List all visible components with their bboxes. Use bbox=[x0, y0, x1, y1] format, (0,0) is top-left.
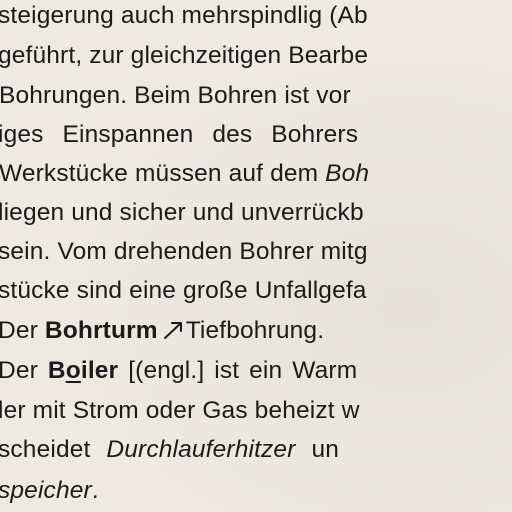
line-5-text: Werkstücke müssen auf dem bbox=[0, 160, 326, 187]
text-line-5: Werkstücke müssen auf dem Boh bbox=[0, 160, 512, 192]
text-line-12: scheidet Durchlauferhitzer un bbox=[0, 436, 512, 468]
text-line-13: speicher. bbox=[0, 477, 512, 509]
cross-reference-arrow-icon bbox=[163, 322, 182, 339]
text-line-10: Der Boiler [(engl.] ist ein Warm bbox=[0, 357, 512, 389]
term-durchlauferhitzer: Durchlauferhitzer bbox=[106, 436, 296, 463]
headword-bohrturm: Bohrturm bbox=[44, 317, 158, 344]
cross-reference-target: Tiefbohrung. bbox=[185, 317, 325, 344]
text-line-11: ler mit Strom oder Gas beheizt w bbox=[0, 397, 512, 429]
headword-boiler-part2: iler bbox=[80, 357, 119, 384]
text-line-3: Bohrungen. Beim Bohren ist vor bbox=[0, 82, 512, 114]
line-7-text: sein. Vom drehenden Bohrer mitg bbox=[0, 238, 368, 265]
headword-boiler: Boiler bbox=[48, 357, 118, 384]
line-5-italic-term: Boh bbox=[325, 160, 370, 187]
text-line-2: geführt, zur gleichzeitigen Bearbe bbox=[0, 42, 512, 74]
text-line-1: steigerung auch mehrspindlig (Ab bbox=[0, 2, 512, 34]
line-10-definition: [(engl.] ist ein Warm bbox=[118, 357, 358, 384]
headword-boiler-part1: B bbox=[47, 357, 66, 384]
line-12-prefix: scheidet bbox=[0, 436, 107, 463]
line-6-text: liegen und sicher und unverrückb bbox=[0, 199, 364, 226]
line-12-suffix: un bbox=[295, 436, 340, 463]
headword-boiler-stressed-vowel: o bbox=[65, 357, 81, 384]
line-9-prefix: Der bbox=[0, 317, 45, 344]
text-line-7: sein. Vom drehenden Bohrer mitg bbox=[0, 238, 512, 270]
term-speicher: speicher bbox=[0, 477, 92, 504]
text-line-8: stücke sind eine große Unfallgefa bbox=[0, 277, 512, 309]
line-2-text: geführt, zur gleichzeitigen Bearbe bbox=[0, 42, 369, 69]
text-line-6: liegen und sicher und unverrückb bbox=[0, 199, 512, 231]
line-13-period: . bbox=[91, 477, 99, 504]
text-line-4: iges Einspannen des Bohrers bbox=[0, 121, 512, 153]
line-3-text: Bohrungen. Beim Bohren ist vor bbox=[0, 82, 351, 109]
line-1-text: steigerung auch mehrspindlig (Ab bbox=[0, 2, 368, 29]
line-8-text: stücke sind eine große Unfallgefa bbox=[0, 277, 367, 304]
line-11-text: ler mit Strom oder Gas beheizt w bbox=[0, 397, 360, 424]
text-line-9: Der Bohrturm Tiefbohrung. bbox=[0, 317, 512, 349]
line-4-text: iges Einspannen des Bohrers bbox=[0, 121, 359, 148]
line-10-prefix: Der bbox=[0, 357, 48, 384]
book-page-excerpt: steigerung auch mehrspindlig (Ab geführt… bbox=[0, 0, 512, 512]
